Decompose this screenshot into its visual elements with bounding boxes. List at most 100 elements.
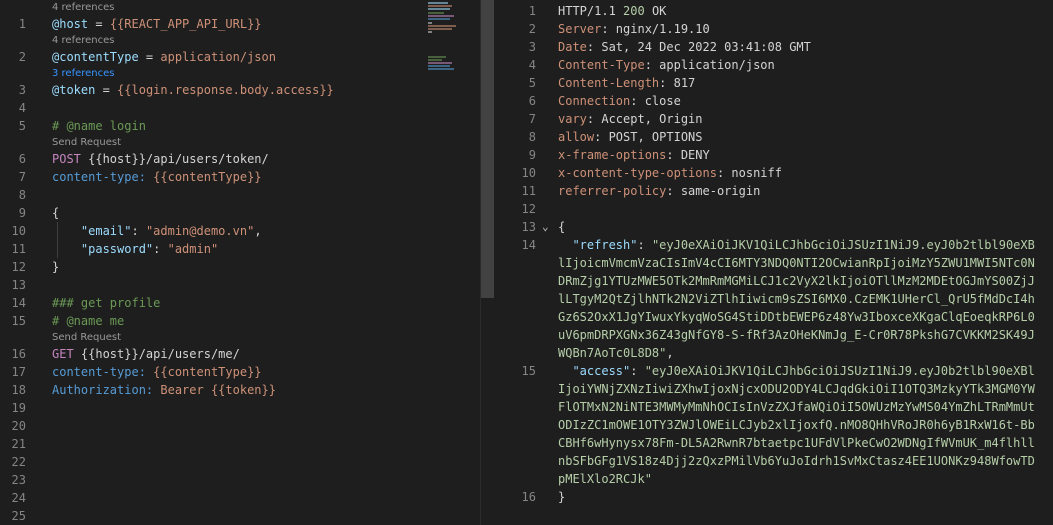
line-code[interactable]: "access": "eyJ0eXAiOiJKV1QiLCJhbGciOiJSU… bbox=[558, 362, 1034, 380]
code-token: : bbox=[630, 364, 645, 378]
response-line: pMElXlo2RCJk" bbox=[494, 470, 1053, 488]
minimap-line bbox=[428, 2, 448, 4]
line-code[interactable]: DRmZjg1YTUzMWE5OTk2MmRmMGMiLCJ1c2VyX2lkI… bbox=[558, 272, 1035, 290]
line-code[interactable]: { bbox=[52, 204, 59, 222]
code-token: = bbox=[138, 50, 161, 64]
code-token: # @name login bbox=[52, 119, 146, 133]
line-code[interactable]: referrer-policy: same-origin bbox=[558, 182, 760, 200]
line-code[interactable]: nbSFbGFg1VS18z4Djj2zQxzPMilVb6YuJoIdrh1S… bbox=[558, 452, 1035, 470]
minimap-line bbox=[428, 15, 454, 17]
line-code[interactable]: content-type: {{contentType}} bbox=[52, 168, 262, 186]
response-line: nbSFbGFg1VS18z4Djj2zQxzPMilVb6YuJoIdrh1S… bbox=[494, 452, 1053, 470]
code-token: ### get profile bbox=[52, 296, 161, 310]
request-editor-pane[interactable]: 4 references 1 @host = {{REACT_APP_API_URL… bbox=[0, 0, 480, 525]
code-token: {{host}}/api/users/me/ bbox=[73, 347, 240, 361]
line-code[interactable]: GET {{host}}/api/users/me/ bbox=[52, 345, 240, 363]
fold-chevron-icon[interactable]: ⌄ bbox=[542, 218, 549, 236]
line-code[interactable]: WQBn7AoTc0L8D8", bbox=[558, 344, 674, 362]
line-code[interactable]: lIjoicmVmcmVzaCIsImV4cCI6MTY3NDQ0NTI2OCw… bbox=[558, 254, 1035, 272]
line-code[interactable]: # @name me bbox=[52, 312, 124, 330]
line-code[interactable]: content-type: {{contentType}} bbox=[52, 363, 262, 381]
code-token: "password" bbox=[80, 242, 154, 256]
line-code[interactable]: IjoiYWNjZXNzIiwiZXhwIjoxNjcxODU2ODY4LCJq… bbox=[558, 380, 1035, 398]
line-code[interactable]: pMElXlo2RCJk" bbox=[558, 470, 652, 488]
editor-line: 25 bbox=[0, 507, 420, 525]
code-token: WQBn7AoTc0L8D8" bbox=[558, 346, 667, 360]
code-token: IjoiYWNjZXNzIiwiZXhwIjoxNjcxODU2ODY4LCJq… bbox=[558, 382, 1035, 396]
line-code[interactable]: HTTP/1.1 200 OK bbox=[558, 2, 666, 20]
line-code[interactable]: ODIzZC1mOWE1OTY3ZWJlOWEiLCJyb2xlIjoxfQ.n… bbox=[558, 416, 1035, 434]
minimap-line bbox=[428, 68, 454, 70]
editor-line: 16 GET {{host}}/api/users/me/ bbox=[0, 345, 420, 363]
line-number: 5 bbox=[18, 119, 26, 133]
code-token: @contentType bbox=[52, 50, 139, 64]
line-number: 9 bbox=[528, 148, 536, 162]
line-code[interactable]: uV6pmDRPXGNx36Z43gNfGY8-S-fRf3AzOHeKNmJg… bbox=[558, 326, 1035, 344]
line-code[interactable]: "password": "admin" bbox=[52, 240, 218, 258]
line-code[interactable]: Connection: close bbox=[558, 92, 681, 110]
codelens-references-link[interactable]: 3 references bbox=[52, 67, 115, 81]
line-number: 2 bbox=[18, 50, 26, 64]
line-number: 15 bbox=[11, 314, 26, 328]
code-token: : application/json bbox=[644, 58, 775, 72]
editor-line: 3 @token = {{login.response.body.access}} bbox=[0, 81, 420, 99]
code-token: : Sat, 24 Dec 2022 03:41:08 GMT bbox=[586, 40, 811, 54]
response-pane[interactable]: 1 HTTP/1.1 200 OK 2 Server: nginx/1.19.10 3 D… bbox=[494, 0, 1053, 525]
line-code[interactable]: x-content-type-options: nosniff bbox=[558, 164, 782, 182]
line-code[interactable]: "email": "admin@demo.vn", bbox=[52, 222, 262, 240]
line-code[interactable]: # @name login bbox=[52, 117, 146, 135]
line-code[interactable]: Gz6S2OxX1JgYIwuxYkyqWoSG4StiDDtbEWEP6z48… bbox=[558, 308, 1035, 326]
line-number: 6 bbox=[528, 94, 536, 108]
line-code[interactable]: @host = {{REACT_APP_API_URL}} bbox=[52, 15, 262, 33]
code-token: Gz6S2OxX1JgYIwuxYkyqWoSG4StiDDtbEWEP6z48… bbox=[558, 310, 1035, 324]
code-token: } bbox=[558, 490, 566, 504]
code-token: referrer-policy bbox=[558, 184, 667, 198]
line-code[interactable]: x-frame-options: DENY bbox=[558, 146, 710, 164]
code-token: "email" bbox=[80, 224, 132, 238]
codelens-send-request-link[interactable]: Send Request bbox=[52, 136, 121, 150]
code-token: x-frame-options bbox=[558, 148, 667, 162]
line-code[interactable]: vary: Accept, Origin bbox=[558, 110, 703, 128]
line-code[interactable]: } bbox=[558, 488, 565, 506]
codelens-references-link[interactable]: 4 references bbox=[52, 34, 115, 48]
response-line: 6 Connection: close bbox=[494, 92, 1053, 110]
minimap-line bbox=[428, 59, 442, 61]
line-code[interactable]: FlOTMxN2NiNTE3MWMyMmNhOCIsInVzZXJfaWQiOi… bbox=[558, 398, 1035, 416]
code-token: x-content-type-options bbox=[558, 166, 717, 180]
codelens-send-request-link[interactable]: Send Request bbox=[52, 331, 121, 345]
codelens-references-link[interactable]: 4 references bbox=[52, 1, 115, 15]
line-code[interactable]: Content-Length: 817 bbox=[558, 74, 695, 92]
code-token: CBHf6wHynysx78Fm-DL5A2RwnR7btaetpc1UFdVl… bbox=[558, 436, 1035, 450]
line-number: 2 bbox=[528, 22, 536, 36]
line-number: 24 bbox=[11, 491, 26, 505]
line-code[interactable]: CBHf6wHynysx78Fm-DL5A2RwnR7btaetpc1UFdVl… bbox=[558, 434, 1035, 452]
line-code[interactable]: @token = {{login.response.body.access}} bbox=[52, 81, 334, 99]
line-code[interactable]: Content-Type: application/json bbox=[558, 56, 775, 74]
response-line: 9 x-frame-options: DENY bbox=[494, 146, 1053, 164]
line-number: 13 bbox=[11, 278, 26, 292]
editor-scrollbar-thumb[interactable] bbox=[481, 0, 494, 298]
line-code[interactable]: } bbox=[52, 258, 59, 276]
line-code[interactable]: @contentType = application/json bbox=[52, 48, 276, 66]
line-code[interactable]: Date: Sat, 24 Dec 2022 03:41:08 GMT bbox=[558, 38, 811, 56]
line-code[interactable]: lLTgyM2QtZjlhNTk2N2ViZTlhIiwicm9sZSI6MX0… bbox=[558, 290, 1035, 308]
minimap-line bbox=[428, 5, 452, 7]
editor-line: 12} bbox=[0, 258, 420, 276]
line-code[interactable]: Authorization: Bearer {{token}} bbox=[52, 381, 276, 399]
line-number: 9 bbox=[18, 206, 26, 220]
editor-minimap[interactable] bbox=[424, 0, 480, 525]
line-code[interactable]: ### get profile bbox=[52, 294, 160, 312]
line-code[interactable]: Server: nginx/1.19.10 bbox=[558, 20, 710, 38]
code-token: Bearer {{token}} bbox=[160, 383, 276, 397]
line-code[interactable]: POST {{host}}/api/users/token/ bbox=[52, 150, 269, 168]
code-token: = bbox=[95, 83, 118, 97]
line-code[interactable]: "refresh": "eyJ0eXAiOiJKV1QiLCJhbGciOiJS… bbox=[558, 236, 1034, 254]
response-line: CBHf6wHynysx78Fm-DL5A2RwnR7btaetpc1UFdVl… bbox=[494, 434, 1053, 452]
line-code[interactable]: allow: POST, OPTIONS bbox=[558, 128, 703, 146]
code-token: {{REACT_APP_API_URL}} bbox=[109, 17, 262, 31]
minimap-line bbox=[428, 25, 456, 27]
response-line: 11 referrer-policy: same-origin bbox=[494, 182, 1053, 200]
minimap-line bbox=[428, 8, 450, 10]
line-code[interactable]: { bbox=[558, 218, 565, 236]
code-token: @token bbox=[52, 83, 96, 97]
